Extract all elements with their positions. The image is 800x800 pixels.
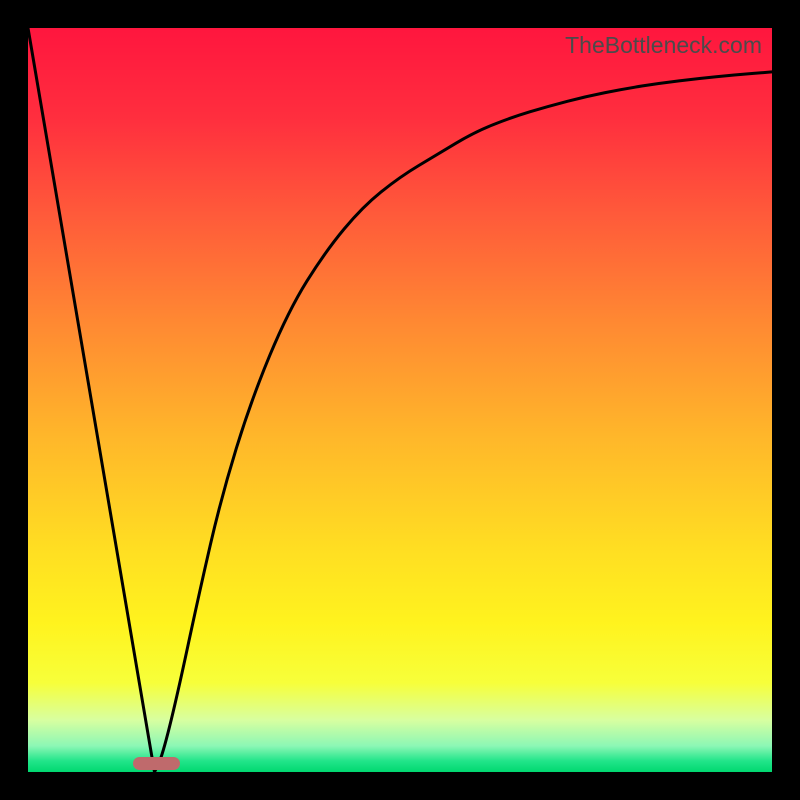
bottleneck-curve [28, 28, 772, 772]
watermark-text: TheBottleneck.com [565, 32, 762, 59]
plot-area: TheBottleneck.com [28, 28, 772, 772]
optimal-marker [133, 757, 180, 770]
chart-frame: TheBottleneck.com [0, 0, 800, 800]
plot-outer: TheBottleneck.com [28, 28, 772, 772]
